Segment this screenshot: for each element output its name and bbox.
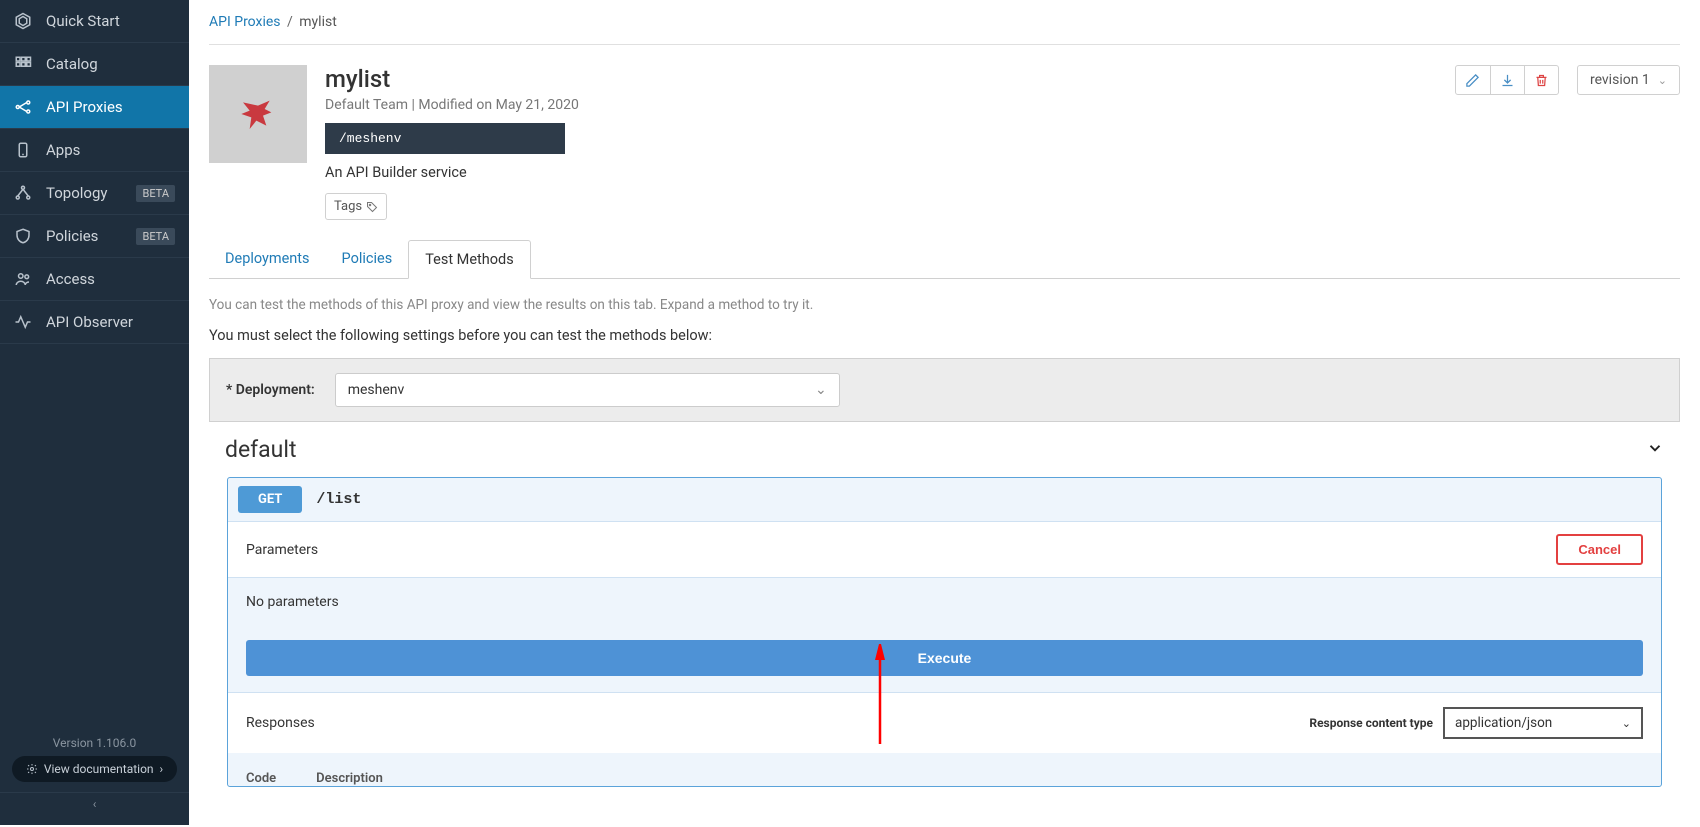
tab-test-methods[interactable]: Test Methods bbox=[408, 240, 530, 279]
sidebar-item-catalog[interactable]: Catalog bbox=[0, 43, 189, 86]
sidebar: Quick Start Catalog API Proxies Apps Top… bbox=[0, 0, 189, 825]
version-text: Version 1.106.0 bbox=[0, 736, 189, 750]
topology-icon bbox=[14, 184, 32, 202]
beta-badge: BETA bbox=[136, 185, 175, 202]
chevron-left-icon: ‹ bbox=[93, 797, 97, 811]
deployment-select[interactable]: meshenv ⌄ bbox=[335, 373, 840, 407]
sidebar-label: Topology bbox=[46, 184, 107, 202]
sidebar-label: API Proxies bbox=[46, 98, 123, 116]
sidebar-item-apps[interactable]: Apps bbox=[0, 129, 189, 172]
edit-button[interactable] bbox=[1456, 66, 1490, 94]
responses-label: Responses bbox=[246, 715, 315, 731]
section-title: default bbox=[225, 436, 296, 463]
sidebar-label: Catalog bbox=[46, 55, 98, 73]
tabs: Deployments Policies Test Methods bbox=[209, 240, 1680, 279]
breadcrumb-current: mylist bbox=[299, 14, 337, 30]
view-documentation-button[interactable]: View documentation › bbox=[12, 756, 177, 782]
revision-dropdown[interactable]: revision 1 ⌄ bbox=[1577, 65, 1680, 95]
phone-icon bbox=[14, 141, 32, 159]
responses-section-header: Responses Response content type applicat… bbox=[228, 692, 1661, 753]
operation-block: GET /list Parameters Cancel No parameter… bbox=[227, 477, 1662, 787]
breadcrumb-parent[interactable]: API Proxies bbox=[209, 14, 281, 30]
deployment-selector-bar: * Deployment: meshenv ⌄ bbox=[209, 358, 1680, 422]
view-docs-label: View documentation bbox=[44, 762, 154, 776]
description-column-header: Description bbox=[316, 771, 383, 786]
action-icons bbox=[1455, 65, 1559, 95]
proxy-description: An API Builder service bbox=[325, 164, 1437, 181]
chevron-down-icon: ⌄ bbox=[1658, 74, 1667, 87]
beta-badge: BETA bbox=[136, 228, 175, 245]
parameters-section-header: Parameters Cancel bbox=[228, 522, 1661, 578]
sidebar-item-api-observer[interactable]: API Observer bbox=[0, 301, 189, 344]
operation-header[interactable]: GET /list bbox=[228, 478, 1661, 522]
trash-icon bbox=[1534, 73, 1549, 88]
sidebar-item-access[interactable]: Access bbox=[0, 258, 189, 301]
execute-button[interactable]: Execute bbox=[246, 640, 1643, 676]
breadcrumb-separator: / bbox=[287, 14, 293, 30]
no-parameters-text: No parameters bbox=[246, 594, 1643, 610]
revision-label: revision 1 bbox=[1590, 72, 1650, 88]
tab-policies[interactable]: Policies bbox=[326, 240, 409, 278]
response-content-type-label: Response content type bbox=[1309, 716, 1433, 730]
response-table-header: Code Description bbox=[228, 753, 1661, 786]
sidebar-label: Quick Start bbox=[46, 12, 120, 30]
tags-label: Tags bbox=[334, 199, 362, 214]
deployment-label: * Deployment: bbox=[226, 382, 315, 398]
pencil-icon bbox=[1465, 73, 1480, 88]
hexagon-icon bbox=[14, 12, 32, 30]
grid-icon bbox=[14, 55, 32, 73]
code-column-header: Code bbox=[246, 771, 276, 786]
chevron-down-icon: ⌄ bbox=[815, 382, 827, 398]
sidebar-item-policies[interactable]: Policies BETA bbox=[0, 215, 189, 258]
bird-icon bbox=[238, 94, 278, 134]
sidebar-label: Access bbox=[46, 270, 95, 288]
page-title: mylist bbox=[325, 65, 1437, 93]
chevron-right-icon: › bbox=[160, 762, 164, 776]
chevron-down-icon: ⌄ bbox=[1622, 717, 1631, 730]
section-header[interactable]: default bbox=[209, 422, 1680, 477]
tab-deployments[interactable]: Deployments bbox=[209, 240, 326, 278]
response-content-type-value: application/json bbox=[1455, 715, 1552, 731]
people-icon bbox=[14, 270, 32, 288]
proxy-logo bbox=[209, 65, 307, 163]
response-content-type-select[interactable]: application/json ⌄ bbox=[1443, 707, 1643, 739]
sidebar-label: Apps bbox=[46, 141, 80, 159]
breadcrumb: API Proxies / mylist bbox=[209, 0, 1680, 45]
main-content: API Proxies / mylist mylist Default Team… bbox=[189, 0, 1700, 827]
deployment-value: meshenv bbox=[348, 382, 405, 398]
shield-icon bbox=[14, 227, 32, 245]
settings-required-text: You must select the following settings b… bbox=[209, 327, 1680, 358]
gear-icon bbox=[26, 763, 38, 775]
tags-button[interactable]: Tags bbox=[325, 193, 387, 220]
download-button[interactable] bbox=[1490, 66, 1524, 94]
collapse-sidebar-button[interactable]: ‹ bbox=[0, 792, 189, 815]
sidebar-label: API Observer bbox=[46, 313, 133, 331]
tab-hint-text: You can test the methods of this API pro… bbox=[209, 279, 1680, 327]
download-icon bbox=[1500, 73, 1515, 88]
sidebar-label: Policies bbox=[46, 227, 98, 245]
chevron-down-icon bbox=[1646, 439, 1664, 461]
proxy-icon bbox=[14, 98, 32, 116]
sidebar-item-api-proxies[interactable]: API Proxies bbox=[0, 86, 189, 129]
endpoint-path: /meshenv bbox=[325, 123, 565, 154]
sidebar-item-quick-start[interactable]: Quick Start bbox=[0, 0, 189, 43]
activity-icon bbox=[14, 313, 32, 331]
operation-path: /list bbox=[316, 491, 361, 508]
cancel-button[interactable]: Cancel bbox=[1556, 534, 1643, 565]
parameters-label: Parameters bbox=[246, 542, 318, 558]
sidebar-item-topology[interactable]: Topology BETA bbox=[0, 172, 189, 215]
page-subtitle: Default Team | Modified on May 21, 2020 bbox=[325, 97, 1437, 113]
delete-button[interactable] bbox=[1524, 66, 1558, 94]
tag-icon bbox=[366, 201, 378, 213]
method-badge: GET bbox=[238, 486, 302, 513]
